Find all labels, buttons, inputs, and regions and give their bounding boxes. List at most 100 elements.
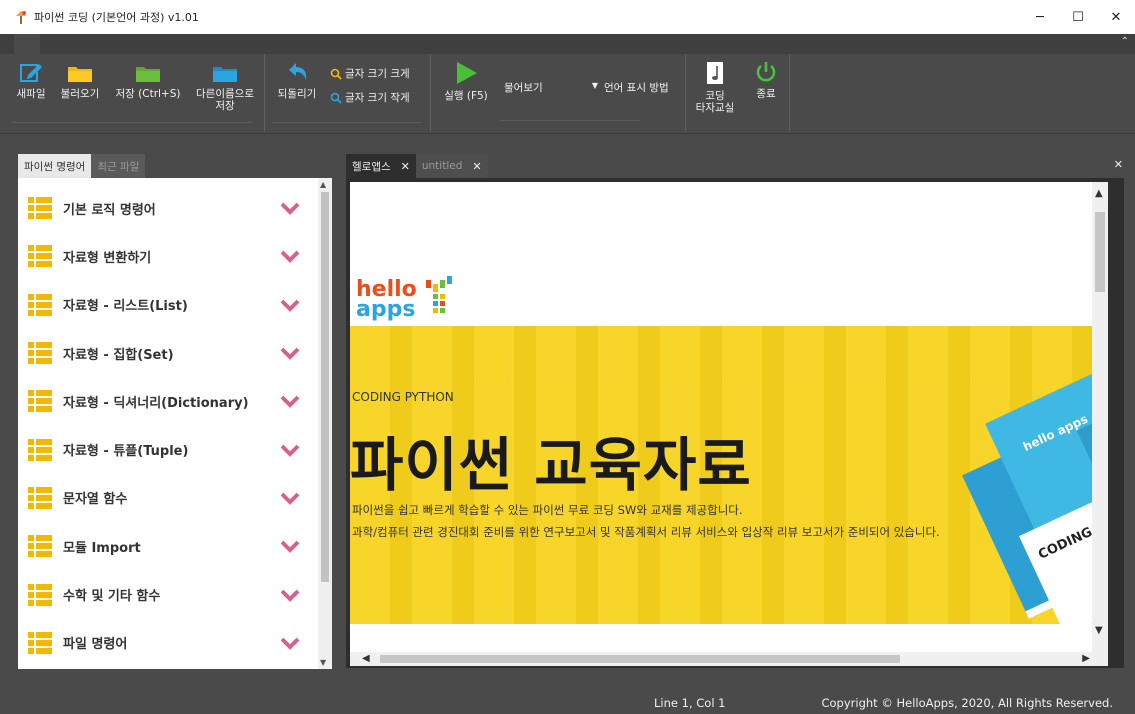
banner-description-2: 과학/컴퓨터 관련 경진대회 준비를 위한 연구보고서 및 작품계획서 리뷰 서… [352, 525, 940, 539]
scrollbar-thumb[interactable] [321, 192, 329, 582]
window-title: 파이썬 코딩 (기본언어 과정) v1.01 [34, 11, 199, 24]
web-vertical-scrollbar[interactable]: ▲ ▼ [1092, 182, 1108, 652]
font-smaller-button[interactable]: 글자 크기 작게 [330, 90, 410, 105]
ribbon-collapse-icon[interactable]: ⌃ [1121, 36, 1129, 47]
ribbon-group-run: 실행 (F5) 물어보기 ▼ 언어 표시 방법 [432, 54, 686, 132]
title-bar: 파이썬 코딩 (기본언어 과정) v1.01 ─ ☐ ✕ [0, 0, 1135, 34]
list-item[interactable]: 자료형 - 집합(Set) [18, 329, 318, 377]
chevron-down-icon[interactable] [280, 636, 300, 650]
font-smaller-label: 글자 크기 작게 [345, 92, 410, 104]
list-icon [28, 245, 52, 268]
list-item[interactable]: 자료형 변환하기 [18, 232, 318, 280]
chevron-down-icon[interactable] [280, 298, 300, 312]
typing-class-button[interactable]: 코딩 타자교실 [689, 60, 741, 114]
zoom-out-icon [330, 92, 342, 104]
banner-subtitle: CODING PYTHON [352, 390, 454, 404]
banner-description-1: 파이썬을 쉽고 빠르게 학습할 수 있는 파이썬 무료 코딩 SW와 교재를 제… [352, 503, 743, 517]
ribbon: 새파일 불러오기 저장 (Ctrl+S) 다른이름으로 저장 되돌리기 글자 크… [0, 54, 1135, 134]
language-display-value: 물어보기 [504, 81, 543, 94]
quit-button[interactable]: 종료 [747, 60, 785, 100]
save-button[interactable]: 저장 (Ctrl+S) [108, 62, 188, 100]
command-panel-scrollbar[interactable]: ▲ ▼ [318, 178, 332, 669]
folder-open-icon [68, 67, 92, 82]
tab-untitled[interactable]: untitled ✕ [415, 154, 488, 178]
banner-headline: 파이썬 교육자료 [350, 431, 752, 499]
new-file-label: 새파일 [16, 88, 46, 100]
list-icon [28, 486, 52, 509]
chevron-down-icon[interactable] [280, 588, 300, 602]
list-item[interactable]: 모듈 Import [18, 522, 318, 570]
list-item[interactable]: 자료형 - 튜플(Tuple) [18, 425, 318, 473]
tab-label: 헬로앱스 [352, 160, 391, 173]
list-item[interactable]: 자료형 - 리스트(List) [18, 281, 318, 329]
ribbon-group-extra: 코딩 타자교실 종료 [687, 54, 790, 132]
scroll-down-icon[interactable]: ▼ [320, 658, 326, 667]
font-larger-button[interactable]: 글자 크기 크게 [330, 66, 410, 81]
ribbon-tab-strip: ⌃ [0, 34, 1135, 54]
list-icon [28, 390, 52, 413]
list-item[interactable]: 문자열 함수 [18, 474, 318, 522]
web-horizontal-scrollbar[interactable]: ◀ ▶ [350, 652, 1108, 666]
chevron-down-icon[interactable] [280, 443, 300, 457]
scroll-up-icon[interactable]: ▲ [320, 180, 326, 189]
scroll-down-icon[interactable]: ▼ [1095, 625, 1103, 636]
play-icon [457, 62, 477, 84]
command-label: 수학 및 기타 함수 [63, 589, 161, 605]
run-button[interactable]: 실행 (F5) [436, 60, 496, 102]
scroll-right-icon[interactable]: ▶ [1082, 653, 1090, 664]
list-item[interactable]: 파일 명령어 [18, 619, 318, 667]
open-label: 불러오기 [60, 88, 100, 100]
copyright-text: Copyright © HelloApps, 2020, All Rights … [821, 696, 1113, 710]
open-button[interactable]: 불러오기 [56, 62, 104, 100]
window-controls: ─ ☐ ✕ [1021, 0, 1135, 34]
app-icon [16, 11, 26, 24]
chevron-down-icon[interactable] [280, 491, 300, 505]
command-label: 기본 로직 명령어 [63, 202, 156, 218]
chevron-down-icon[interactable] [280, 346, 300, 360]
command-label: 모듈 Import [63, 540, 141, 556]
run-label: 실행 (F5) [444, 90, 488, 102]
new-file-icon [20, 64, 42, 82]
chevron-down-icon[interactable] [280, 539, 300, 554]
close-button[interactable]: ✕ [1097, 0, 1135, 34]
group-underline [12, 122, 252, 123]
music-note-icon [707, 62, 723, 84]
typing-class-label-line1: 코딩 [705, 90, 725, 102]
ribbon-tab-home[interactable] [14, 34, 40, 54]
typing-class-label-line2: 타자교실 [695, 102, 735, 114]
scrollbar-thumb[interactable] [1095, 212, 1105, 292]
chevron-down-icon[interactable] [280, 249, 300, 264]
save-as-button[interactable]: 다른이름으로 저장 [188, 62, 262, 112]
tab-recent-files[interactable]: 최근 파일 [91, 154, 146, 178]
close-tab-icon[interactable]: ✕ [401, 160, 410, 173]
tab-helloapps[interactable]: 헬로앱스 ✕ [346, 154, 416, 178]
scrollbar-thumb[interactable] [380, 655, 900, 663]
command-label: 자료형 - 튜플(Tuple) [63, 444, 189, 460]
scroll-left-icon[interactable]: ◀ [362, 653, 370, 664]
language-display-label-box: 언어 표시 방법 [604, 80, 669, 95]
chevron-down-icon[interactable] [280, 394, 300, 409]
list-icon [28, 631, 52, 654]
list-item[interactable]: 자료형 - 딕셔너리(Dictionary) [18, 377, 318, 425]
list-icon [28, 535, 52, 558]
scroll-up-icon[interactable]: ▲ [1095, 188, 1103, 199]
folder-save-icon [136, 67, 160, 82]
new-file-button[interactable]: 새파일 [12, 62, 50, 100]
command-label: 문자열 함수 [63, 492, 128, 508]
command-panel: 기본 로직 명령어 자료형 변환하기 자료형 - 리스트(List) 자료형 -… [18, 178, 332, 669]
group-underline [500, 120, 640, 121]
list-item[interactable]: 수학 및 기타 함수 [18, 570, 318, 618]
tab-python-commands[interactable]: 파이썬 명령어 [18, 154, 92, 178]
command-label: 파일 명령어 [63, 637, 128, 653]
close-panel-icon[interactable]: ✕ [1114, 158, 1123, 171]
list-item[interactable]: 기본 로직 명령어 [18, 184, 318, 232]
minimize-button[interactable]: ─ [1021, 0, 1059, 34]
list-icon [28, 197, 52, 220]
save-as-label-line2: 저장 [215, 100, 235, 112]
language-display-select[interactable]: 물어보기 ▼ [500, 78, 600, 96]
maximize-button[interactable]: ☐ [1059, 0, 1097, 34]
save-as-label-line1: 다른이름으로 [196, 88, 254, 100]
undo-button[interactable]: 되돌리기 [272, 60, 322, 100]
close-tab-icon[interactable]: ✕ [472, 160, 481, 173]
chevron-down-icon[interactable] [280, 201, 300, 215]
